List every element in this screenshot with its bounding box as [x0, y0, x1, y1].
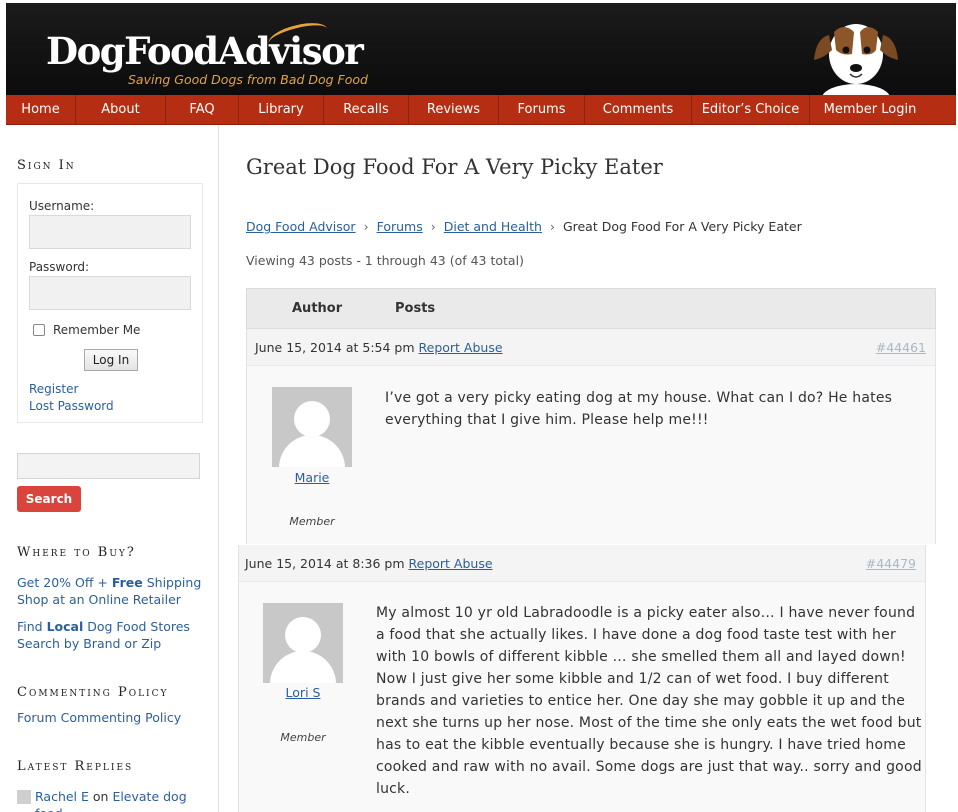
latest-reply-item[interactable]: Rachel E on Elevate dog food: [35, 788, 205, 812]
password-label: Password:: [29, 260, 90, 274]
post-date: June 15, 2014 at 5:54 pm Report Abuse: [255, 340, 503, 355]
find-line2: Search by Brand or Zip: [17, 636, 162, 651]
offer-line2: Shop at an Online Retailer: [17, 592, 181, 607]
post-header: June 15, 2014 at 8:36 pm Report Abuse #4…: [238, 545, 926, 582]
post-body: Lori S Member My almost 10 yr old Labrad…: [238, 582, 926, 812]
post-header: June 15, 2014 at 5:54 pm Report Abuse #4…: [246, 329, 936, 366]
offer-suffix: Shipping: [142, 575, 202, 590]
remember-me-checkbox[interactable]: [33, 324, 45, 336]
breadcrumb: Dog Food Advisor › Forums › Diet and Health ›…: [246, 219, 802, 234]
online-retailer-link[interactable]: Get 20% Off + Free Shipping Shop at an O…: [17, 574, 201, 608]
find-prefix: Find: [17, 619, 47, 634]
offer-bold: Free: [111, 575, 143, 590]
breadcrumb-separator: ›: [549, 219, 555, 234]
post-date: June 15, 2014 at 8:36 pm Report Abuse: [245, 556, 493, 571]
lost-password-link[interactable]: Lost Password: [29, 399, 114, 413]
offer-prefix: Get 20% Off +: [17, 575, 112, 590]
nav-recalls[interactable]: Recalls: [324, 95, 409, 125]
commenting-policy-link[interactable]: Forum Commenting Policy: [17, 709, 181, 726]
author-role: Member: [280, 731, 326, 744]
find-bold: Local: [46, 619, 84, 634]
where-to-buy-heading: Where to Buy?: [17, 545, 136, 560]
login-form: Username: Password: Remember Me Log In R…: [17, 183, 203, 423]
report-abuse-link[interactable]: Report Abuse: [419, 340, 503, 355]
search-button[interactable]: Search: [17, 486, 81, 512]
topic-table-header: Author Posts: [246, 288, 936, 329]
remember-me-label: Remember Me: [53, 323, 141, 337]
nav-member-login[interactable]: Member Login: [810, 95, 930, 125]
post-permalink[interactable]: #44479: [866, 556, 916, 571]
post-count: Viewing 43 posts - 1 through 43 (of 43 t…: [246, 253, 524, 268]
post-content: I’ve got a very picky eating dog at my h…: [385, 390, 893, 428]
register-link[interactable]: Register: [29, 382, 78, 396]
reply-connector: on: [88, 789, 113, 804]
nav-reviews[interactable]: Reviews: [409, 95, 499, 125]
author-role: Member: [289, 515, 335, 528]
report-abuse-link[interactable]: Report Abuse: [409, 556, 493, 571]
password-field[interactable]: [29, 276, 191, 310]
breadcrumb-separator: ›: [430, 219, 436, 234]
nav-comments[interactable]: Comments: [585, 95, 692, 125]
nav-library[interactable]: Library: [239, 95, 324, 125]
author-avatar[interactable]: [272, 387, 352, 467]
username-label: Username:: [29, 199, 95, 213]
post-content: My almost 10 yr old Labradoodle is a pic…: [376, 605, 922, 797]
username-field[interactable]: [29, 215, 191, 249]
post-permalink[interactable]: #44461: [876, 340, 926, 355]
local-stores-link[interactable]: Find Local Dog Food Stores Search by Bra…: [17, 618, 190, 652]
sidebar: Sign In Username: Password: Remember Me …: [0, 125, 219, 812]
nav-faq[interactable]: FAQ: [166, 95, 239, 125]
post-body: Marie Member I’ve got a very picky eatin…: [246, 366, 936, 544]
commenting-policy-heading: Commenting Policy: [17, 685, 169, 700]
breadcrumb-forums[interactable]: Forums: [377, 219, 423, 234]
nav-about[interactable]: About: [76, 95, 166, 125]
latest-replies-heading: Latest Replies: [17, 759, 134, 774]
author-avatar[interactable]: [263, 603, 343, 683]
sidebar-search-input[interactable]: [17, 453, 200, 479]
post-timestamp: June 15, 2014 at 8:36 pm: [245, 556, 405, 571]
login-button[interactable]: Log In: [84, 349, 138, 371]
nav-forums[interactable]: Forums: [499, 95, 585, 125]
nav-editors-choice[interactable]: Editor’s Choice: [692, 95, 810, 125]
breadcrumb-diet-health[interactable]: Diet and Health: [444, 219, 542, 234]
breadcrumb-home[interactable]: Dog Food Advisor: [246, 219, 356, 234]
nav-home[interactable]: Home: [6, 95, 76, 125]
breadcrumb-separator: ›: [363, 219, 369, 234]
reply-avatar: [17, 790, 31, 804]
post-timestamp: June 15, 2014 at 5:54 pm: [255, 340, 415, 355]
main-nav: Home About FAQ Library Recalls Reviews F…: [6, 95, 956, 125]
sign-in-heading: Sign In: [17, 158, 76, 173]
page-title: Great Dog Food For A Very Picky Eater: [246, 155, 663, 179]
site-tagline: Saving Good Dogs from Bad Dog Food: [128, 72, 368, 87]
reply-author[interactable]: Rachel E: [35, 789, 89, 804]
author-name-link[interactable]: Marie: [272, 470, 352, 485]
breadcrumb-current: Great Dog Food For A Very Picky Eater: [562, 219, 802, 234]
author-column-header: Author: [292, 301, 343, 316]
find-suffix: Dog Food Stores: [83, 619, 190, 634]
posts-column-header: Posts: [395, 301, 436, 316]
author-name-link[interactable]: Lori S: [263, 685, 343, 700]
